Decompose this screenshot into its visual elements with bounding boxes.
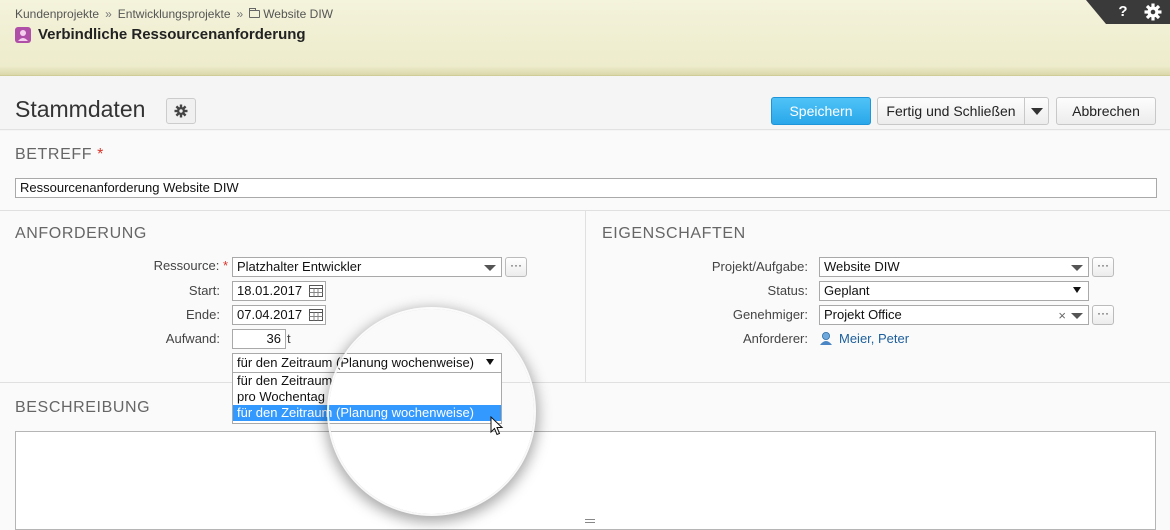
finish-options-dropdown-button[interactable] [1024, 97, 1049, 125]
calendar-icon[interactable] [309, 285, 323, 297]
aufwand-input[interactable]: 36 [232, 329, 286, 349]
header-shadow [0, 66, 1170, 76]
chevron-down-icon [1030, 107, 1043, 115]
betreff-input[interactable]: Ressourcenanforderung Website DIW [15, 178, 1157, 198]
anforderer-label: Anforderer: [742, 331, 808, 346]
projekt-combobox[interactable]: Website DIW [819, 257, 1089, 277]
breadcrumb-item-website-label: Website DIW [263, 7, 333, 21]
beschreibung-textarea[interactable] [15, 431, 1156, 530]
folder-icon [249, 8, 261, 18]
ressource-value: Platzhalter Entwickler [237, 259, 362, 274]
top-toolbar: ? [1086, 0, 1170, 24]
settings-gear-icon[interactable] [1142, 2, 1164, 22]
help-button[interactable]: ? [1112, 2, 1134, 22]
breadcrumb-item-entwicklungsprojekte[interactable]: Entwicklungsprojekte [118, 7, 231, 21]
status-label: Status: [767, 283, 808, 298]
betreff-heading-label: BETREFF [15, 146, 93, 163]
save-button[interactable]: Speichern [771, 97, 871, 125]
planning-mode-value: für den Zeitraum (Planung wochenweise) [237, 355, 475, 370]
mouse-cursor-icon [490, 416, 504, 436]
genehmiger-value: Projekt Office [824, 307, 902, 322]
genehmiger-combobox[interactable]: Projekt Office × [819, 305, 1089, 325]
genehmiger-browse-button[interactable]: ··· [1092, 305, 1114, 325]
resource-request-icon [15, 27, 31, 43]
chevron-down-icon [1073, 287, 1081, 293]
ressource-combobox[interactable]: Platzhalter Entwickler [232, 257, 502, 277]
start-date-field[interactable]: 18.01.2017 [232, 281, 326, 301]
chevron-down-icon [1071, 313, 1083, 319]
start-label: Start: [188, 283, 220, 298]
projekt-label: Projekt/Aufgabe: [711, 259, 808, 274]
eigenschaften-heading: EIGENSCHAFTEN [602, 225, 746, 242]
planning-mode-select[interactable]: für den Zeitraum (Planung wochenweise) [232, 353, 502, 373]
ressource-label-text: Ressource: [153, 258, 220, 273]
clear-icon[interactable]: × [1058, 307, 1066, 324]
planning-mode-option[interactable]: für den Zeitraum [233, 373, 501, 389]
betreff-heading: BETREFF * [15, 146, 104, 164]
calendar-icon[interactable] [309, 309, 323, 321]
user-icon [820, 332, 832, 345]
breadcrumb-separator: » [236, 7, 244, 21]
aufwand-label: Aufwand: [165, 331, 220, 346]
ende-label: Ende: [186, 307, 220, 322]
planning-mode-option[interactable]: pro Wochentag [233, 389, 501, 405]
projekt-value: Website DIW [824, 259, 900, 274]
breadcrumb-item-website[interactable]: Website DIW [249, 7, 333, 21]
required-marker: * [97, 146, 104, 163]
chevron-down-icon [1071, 265, 1083, 271]
breadcrumb-separator: » [105, 7, 112, 21]
cancel-button[interactable]: Abbrechen [1056, 97, 1156, 125]
projekt-browse-button[interactable]: ··· [1092, 257, 1114, 277]
section-title: Stammdaten [15, 96, 146, 122]
breadcrumb-item-kundenprojekte[interactable]: Kundenprojekte [15, 7, 99, 21]
start-date-value: 18.01.2017 [237, 283, 303, 298]
betreff-panel [0, 131, 1170, 211]
ressource-label: Ressource: * [100, 256, 228, 276]
ressource-browse-button[interactable]: ··· [505, 257, 527, 277]
resize-handle[interactable] [585, 519, 595, 523]
chevron-down-icon [484, 265, 496, 271]
status-select[interactable]: Geplant [819, 281, 1089, 301]
status-value: Geplant [824, 283, 870, 298]
finish-and-close-button[interactable]: Fertig und Schließen [877, 97, 1025, 125]
aufwand-unit: t [287, 331, 291, 346]
planning-mode-options: für den Zeitraum pro Wochentag für den Z… [232, 372, 502, 424]
end-date-value: 07.04.2017 [237, 307, 303, 322]
beschreibung-heading: BESCHREIBUNG [15, 399, 151, 416]
required-marker: * [222, 258, 228, 273]
anforderer-link[interactable]: Meier, Peter [839, 329, 909, 349]
genehmiger-label: Genehmiger: [732, 307, 808, 322]
gear-icon [174, 104, 188, 118]
end-date-field[interactable]: 07.04.2017 [232, 305, 326, 325]
page-title: Verbindliche Ressourcenanforderung [38, 26, 306, 43]
breadcrumb: Kundenprojekte » Entwicklungsprojekte » … [15, 7, 333, 21]
planning-mode-option-selected[interactable]: für den Zeitraum (Planung wochenweise) [233, 405, 501, 421]
section-settings-button[interactable] [166, 98, 196, 124]
chevron-down-icon [486, 359, 494, 365]
anforderung-heading: ANFORDERUNG [15, 225, 147, 242]
